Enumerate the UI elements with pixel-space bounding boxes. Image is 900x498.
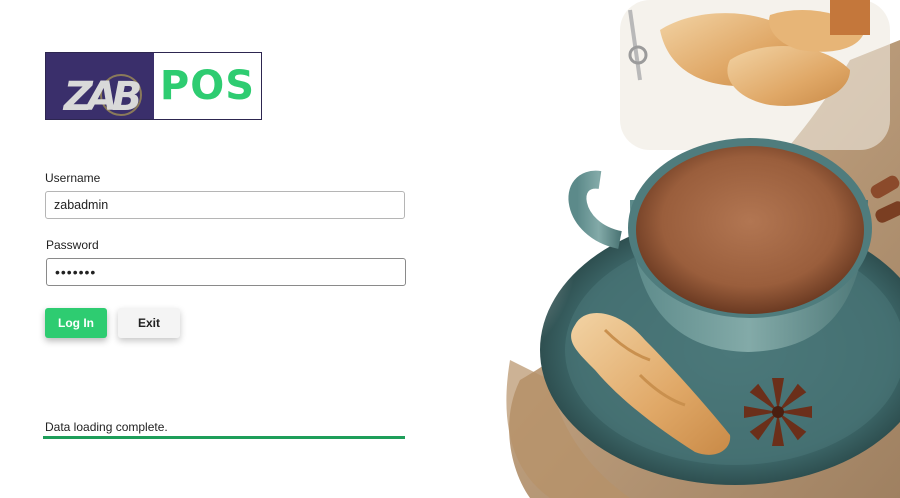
coffee-photo [470, 0, 900, 498]
password-input[interactable] [46, 258, 406, 286]
zab-logo-mark: ZAB [46, 53, 154, 119]
status-message: Data loading complete. [45, 420, 168, 434]
logo-pos-text: POS [154, 53, 261, 119]
exit-button[interactable]: Exit [118, 308, 180, 338]
login-button[interactable]: Log In [45, 308, 107, 338]
loading-progress-fill [43, 436, 405, 439]
app-logo: ZAB POS [45, 52, 262, 120]
loading-progress-bar [43, 436, 405, 439]
password-label: Password [46, 238, 99, 252]
username-input[interactable] [45, 191, 405, 219]
username-label: Username [45, 171, 101, 185]
logo-initials: ZAB [62, 74, 140, 120]
